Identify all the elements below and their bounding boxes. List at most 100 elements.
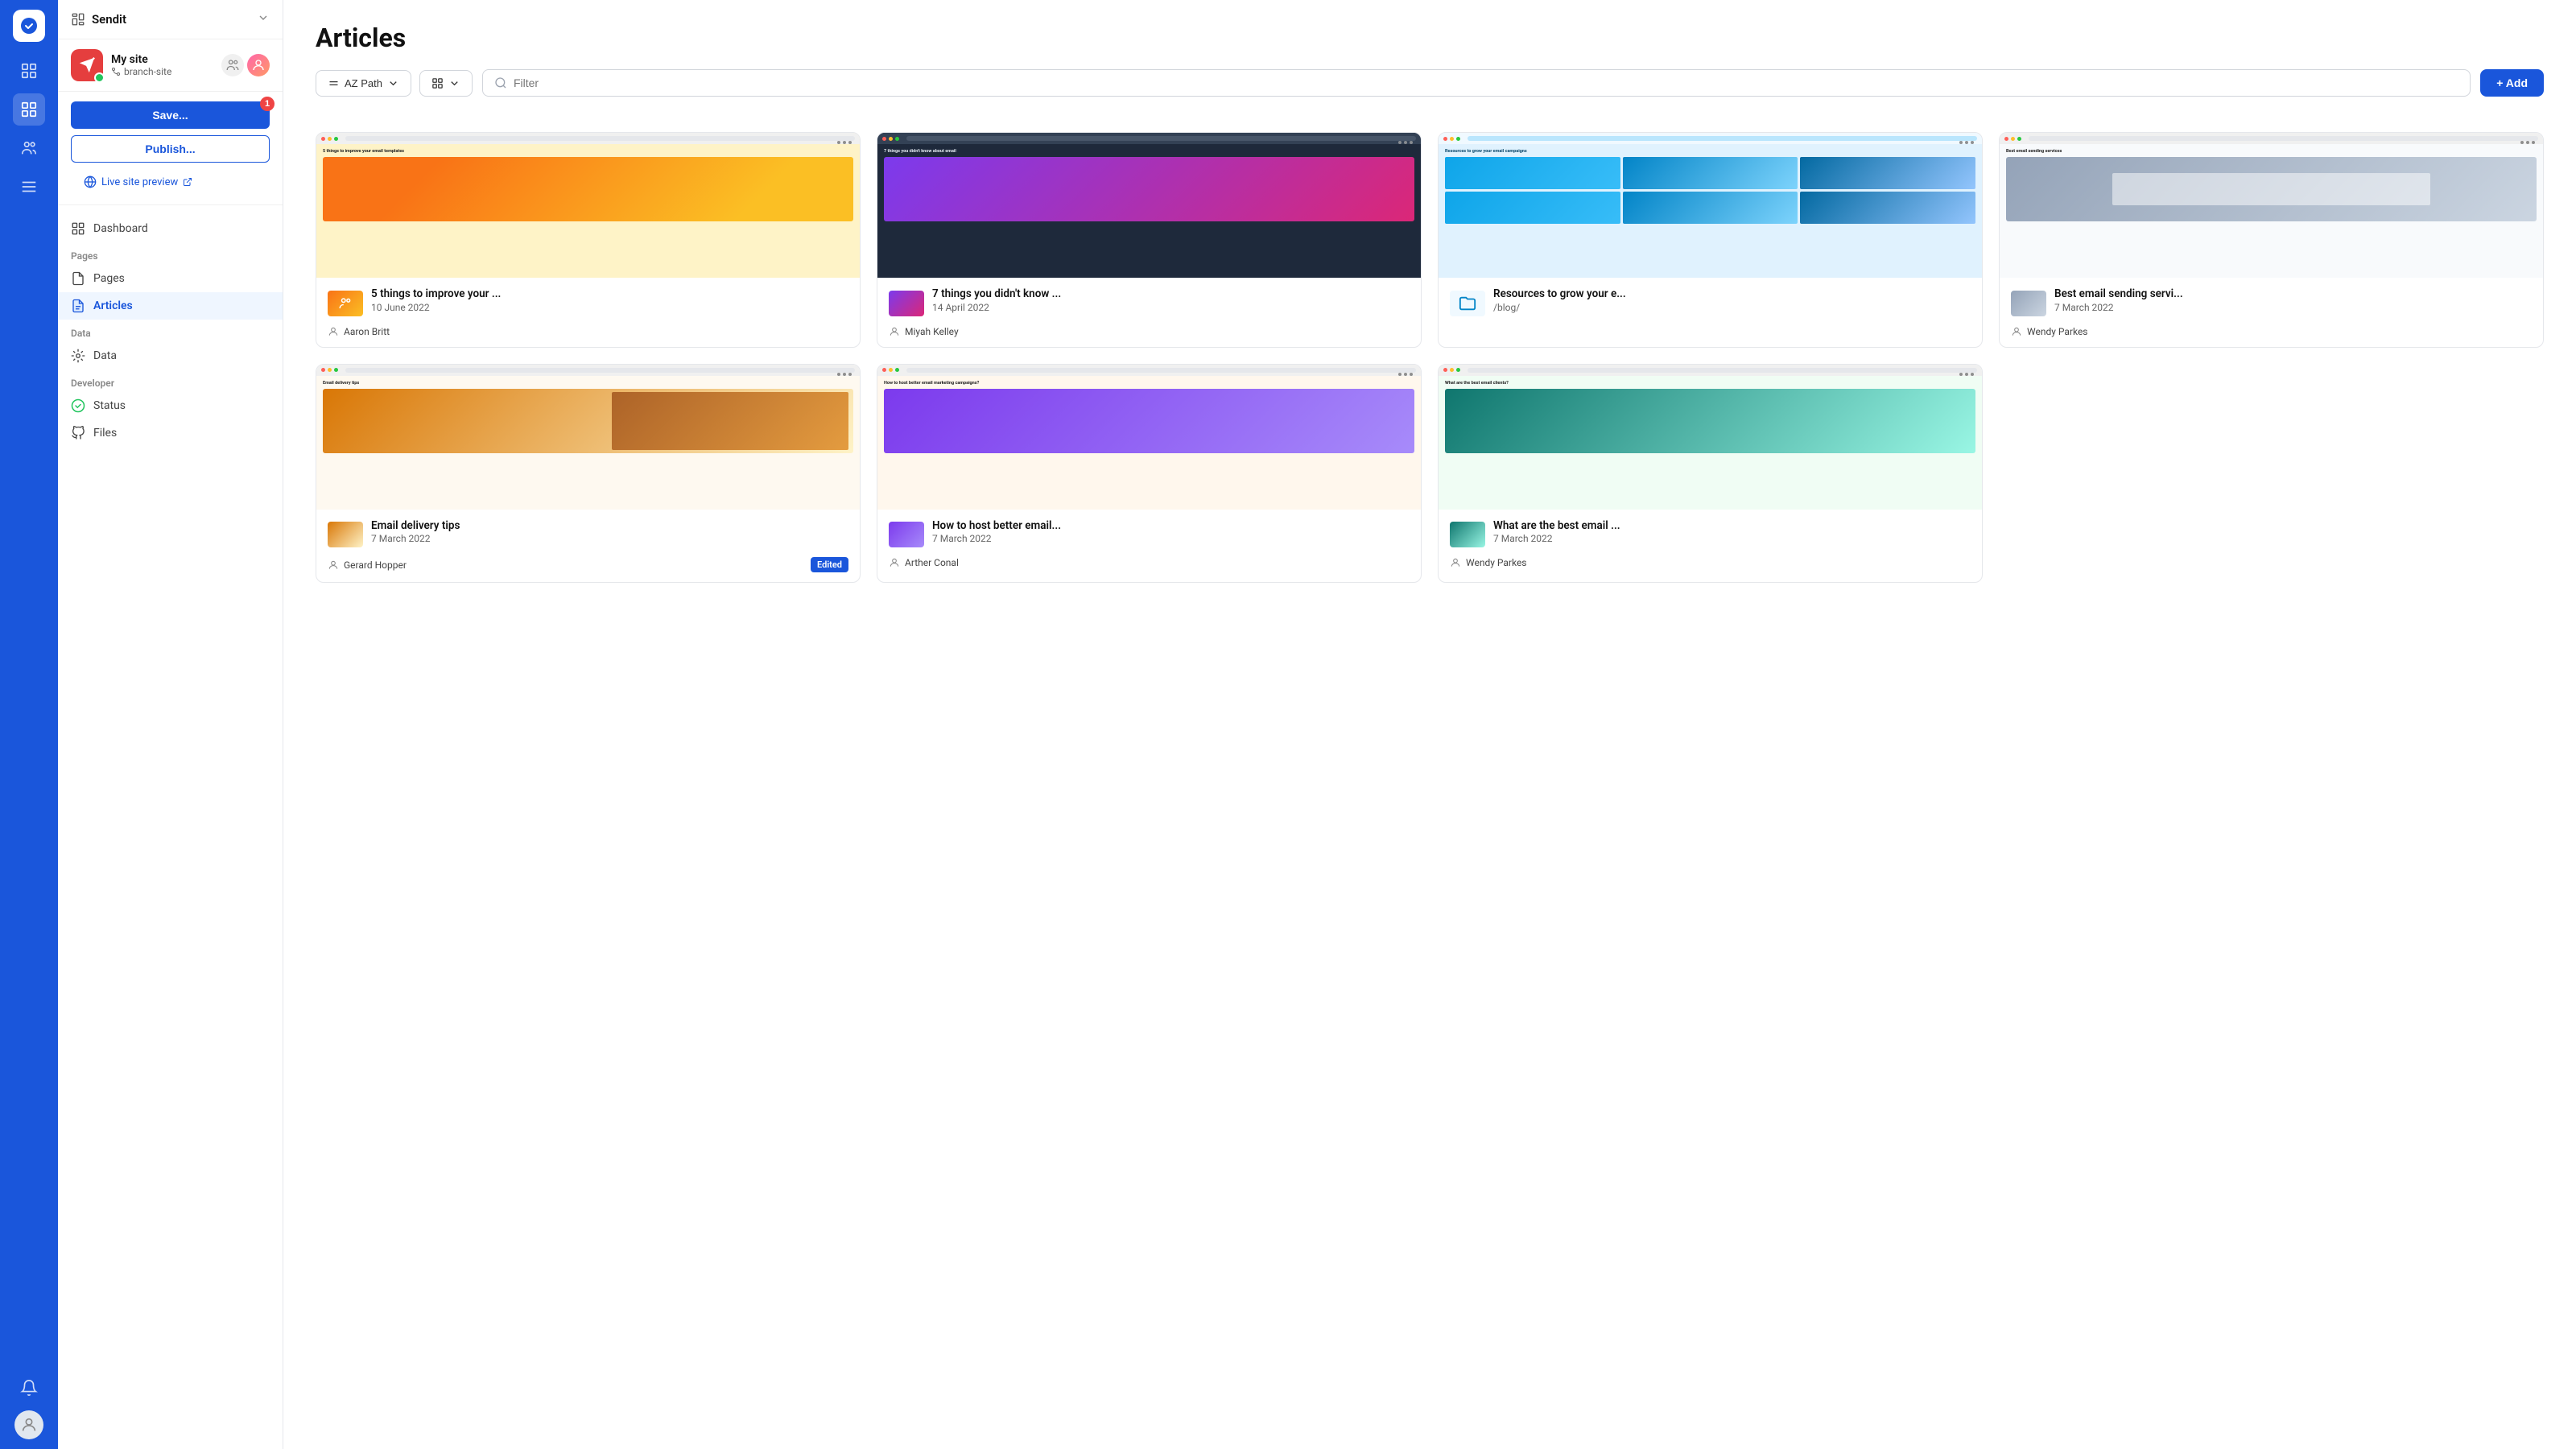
search-box bbox=[482, 69, 2471, 97]
list-icon[interactable] bbox=[13, 171, 45, 203]
publish-button[interactable]: Publish... bbox=[71, 135, 270, 163]
article-card-email-delivery[interactable]: Email delivery tips Email delivery tips bbox=[316, 364, 861, 584]
card-preview: 5 things to improve your email templates bbox=[316, 133, 860, 278]
author-icon bbox=[1450, 557, 1461, 568]
sidebar-item-files[interactable]: Files bbox=[58, 419, 283, 447]
live-preview-link[interactable]: Live site preview bbox=[71, 169, 270, 195]
card-info: Resources to grow your e... /blog/ bbox=[1439, 278, 1982, 336]
view-toggle-button[interactable] bbox=[419, 70, 473, 97]
author-icon bbox=[2011, 326, 2022, 337]
author-icon bbox=[328, 559, 339, 571]
card-thumbnail bbox=[1450, 291, 1485, 316]
sidebar-item-pages[interactable]: Pages bbox=[58, 265, 283, 292]
card-info: What are the best email ... 7 March 2022… bbox=[1439, 510, 1982, 579]
article-title: What are the best email ... bbox=[1493, 519, 1620, 534]
card-menu-dots[interactable] bbox=[1959, 141, 1974, 144]
article-path: /blog/ bbox=[1493, 302, 1626, 313]
current-user-avatar bbox=[247, 54, 270, 76]
toolbar: AZ Path + Add bbox=[316, 69, 2544, 97]
card-preview: Resources to grow your email campaigns bbox=[1439, 133, 1982, 278]
toolbar-left: AZ Path bbox=[316, 70, 473, 97]
people-icon[interactable] bbox=[13, 132, 45, 164]
sort-button[interactable]: AZ Path bbox=[316, 70, 411, 97]
sidebar-header: Sendit bbox=[58, 0, 283, 39]
main-header: Articles AZ Path + Add bbox=[283, 0, 2576, 132]
card-preview: 7 things you didn't know about email bbox=[877, 133, 1421, 278]
filter-input[interactable] bbox=[514, 76, 2458, 89]
search-icon bbox=[494, 76, 507, 89]
article-card[interactable]: How to host better email marketing campa… bbox=[877, 364, 1422, 584]
article-title: 5 things to improve your ... bbox=[371, 287, 501, 302]
bell-icon[interactable] bbox=[13, 1372, 45, 1404]
site-name: My site bbox=[111, 53, 171, 66]
article-card[interactable]: 5 things to improve your email templates… bbox=[316, 132, 861, 348]
card-thumbnail bbox=[328, 522, 363, 547]
team-icon bbox=[221, 54, 244, 76]
grid-icon[interactable] bbox=[13, 93, 45, 126]
app-logo bbox=[13, 10, 45, 42]
developer-section-label: Developer bbox=[58, 369, 283, 392]
article-author: Gerard Hopper Edited bbox=[328, 557, 848, 572]
articles-label: Articles bbox=[93, 299, 133, 312]
card-menu-dots[interactable] bbox=[1398, 373, 1413, 376]
dashboard-label: Dashboard bbox=[93, 222, 148, 235]
main-content: Articles AZ Path + Add bbox=[283, 0, 2576, 1449]
site-branch: branch-site bbox=[111, 66, 171, 77]
add-button[interactable]: + Add bbox=[2480, 69, 2544, 97]
author-icon bbox=[328, 326, 339, 337]
article-card[interactable]: Best email sending services Best email s… bbox=[1999, 132, 2544, 348]
card-menu-dots[interactable] bbox=[1398, 141, 1413, 144]
card-menu-dots[interactable] bbox=[837, 373, 852, 376]
card-title-row: What are the best email ... 7 March 2022 bbox=[1450, 519, 1971, 551]
article-date: 10 June 2022 bbox=[371, 302, 501, 313]
article-date: 14 April 2022 bbox=[932, 302, 1061, 313]
card-preview: What are the best email clients? bbox=[1439, 365, 1982, 510]
data-section-label: Data bbox=[58, 320, 283, 342]
article-author: Wendy Parkes bbox=[2011, 326, 2532, 337]
sidebar-nav: Dashboard Pages Pages Articles Data Data… bbox=[58, 205, 283, 1449]
sidebar-collapse-icon[interactable] bbox=[257, 11, 270, 27]
status-label: Status bbox=[93, 399, 126, 412]
site-status-badge bbox=[94, 72, 105, 83]
card-thumbnail bbox=[328, 291, 363, 316]
site-icon bbox=[71, 49, 103, 81]
article-title: Resources to grow your e... bbox=[1493, 287, 1626, 302]
card-title-row: Email delivery tips 7 March 2022 bbox=[328, 519, 848, 551]
card-preview: How to host better email marketing campa… bbox=[877, 365, 1421, 510]
card-title-row: How to host better email... 7 March 2022 bbox=[889, 519, 1410, 551]
card-thumbnail bbox=[1450, 522, 1485, 547]
sidebar-actions: Save... 1 Publish... Live site preview bbox=[58, 92, 283, 205]
card-info: 7 things you didn't know ... 14 April 20… bbox=[877, 278, 1421, 347]
article-author: Arther Conal bbox=[889, 557, 1410, 568]
sidebar-item-articles[interactable]: Articles bbox=[58, 292, 283, 320]
card-menu-dots[interactable] bbox=[2520, 141, 2535, 144]
article-author: Aaron Britt bbox=[328, 326, 848, 337]
card-thumbnail bbox=[889, 291, 924, 316]
sidebar-item-data[interactable]: Data bbox=[58, 342, 283, 369]
user-avatars bbox=[221, 54, 270, 76]
card-thumbnail bbox=[2011, 291, 2046, 316]
card-title-row: 7 things you didn't know ... 14 April 20… bbox=[889, 287, 1410, 320]
sidebar-item-dashboard[interactable]: Dashboard bbox=[58, 215, 283, 242]
article-author: Miyah Kelley bbox=[889, 326, 1410, 337]
user-avatar-bar[interactable] bbox=[14, 1410, 43, 1439]
author-icon bbox=[889, 557, 900, 568]
card-info: How to host better email... 7 March 2022… bbox=[877, 510, 1421, 579]
card-menu-dots[interactable] bbox=[837, 141, 852, 144]
sidebar-toggle-icon[interactable] bbox=[13, 55, 45, 87]
site-info: My site branch-site bbox=[58, 39, 283, 92]
article-title: How to host better email... bbox=[932, 519, 1061, 534]
article-card[interactable]: What are the best email clients? What ar… bbox=[1438, 364, 1983, 584]
card-menu-dots[interactable] bbox=[1959, 373, 1974, 376]
card-thumbnail bbox=[889, 522, 924, 547]
pages-section-label: Pages bbox=[58, 242, 283, 265]
article-card[interactable]: 7 things you didn't know about email 7 t… bbox=[877, 132, 1422, 348]
card-info: 5 things to improve your ... 10 June 202… bbox=[316, 278, 860, 347]
article-card[interactable]: Resources to grow your email campaigns bbox=[1438, 132, 1983, 348]
article-date: 7 March 2022 bbox=[2054, 302, 2183, 313]
files-label: Files bbox=[93, 427, 117, 440]
sidebar-item-status[interactable]: Status bbox=[58, 392, 283, 419]
article-title: Email delivery tips bbox=[371, 519, 460, 534]
save-button[interactable]: Save... 1 bbox=[71, 101, 270, 129]
card-info: Email delivery tips 7 March 2022 Gerard … bbox=[316, 510, 860, 583]
